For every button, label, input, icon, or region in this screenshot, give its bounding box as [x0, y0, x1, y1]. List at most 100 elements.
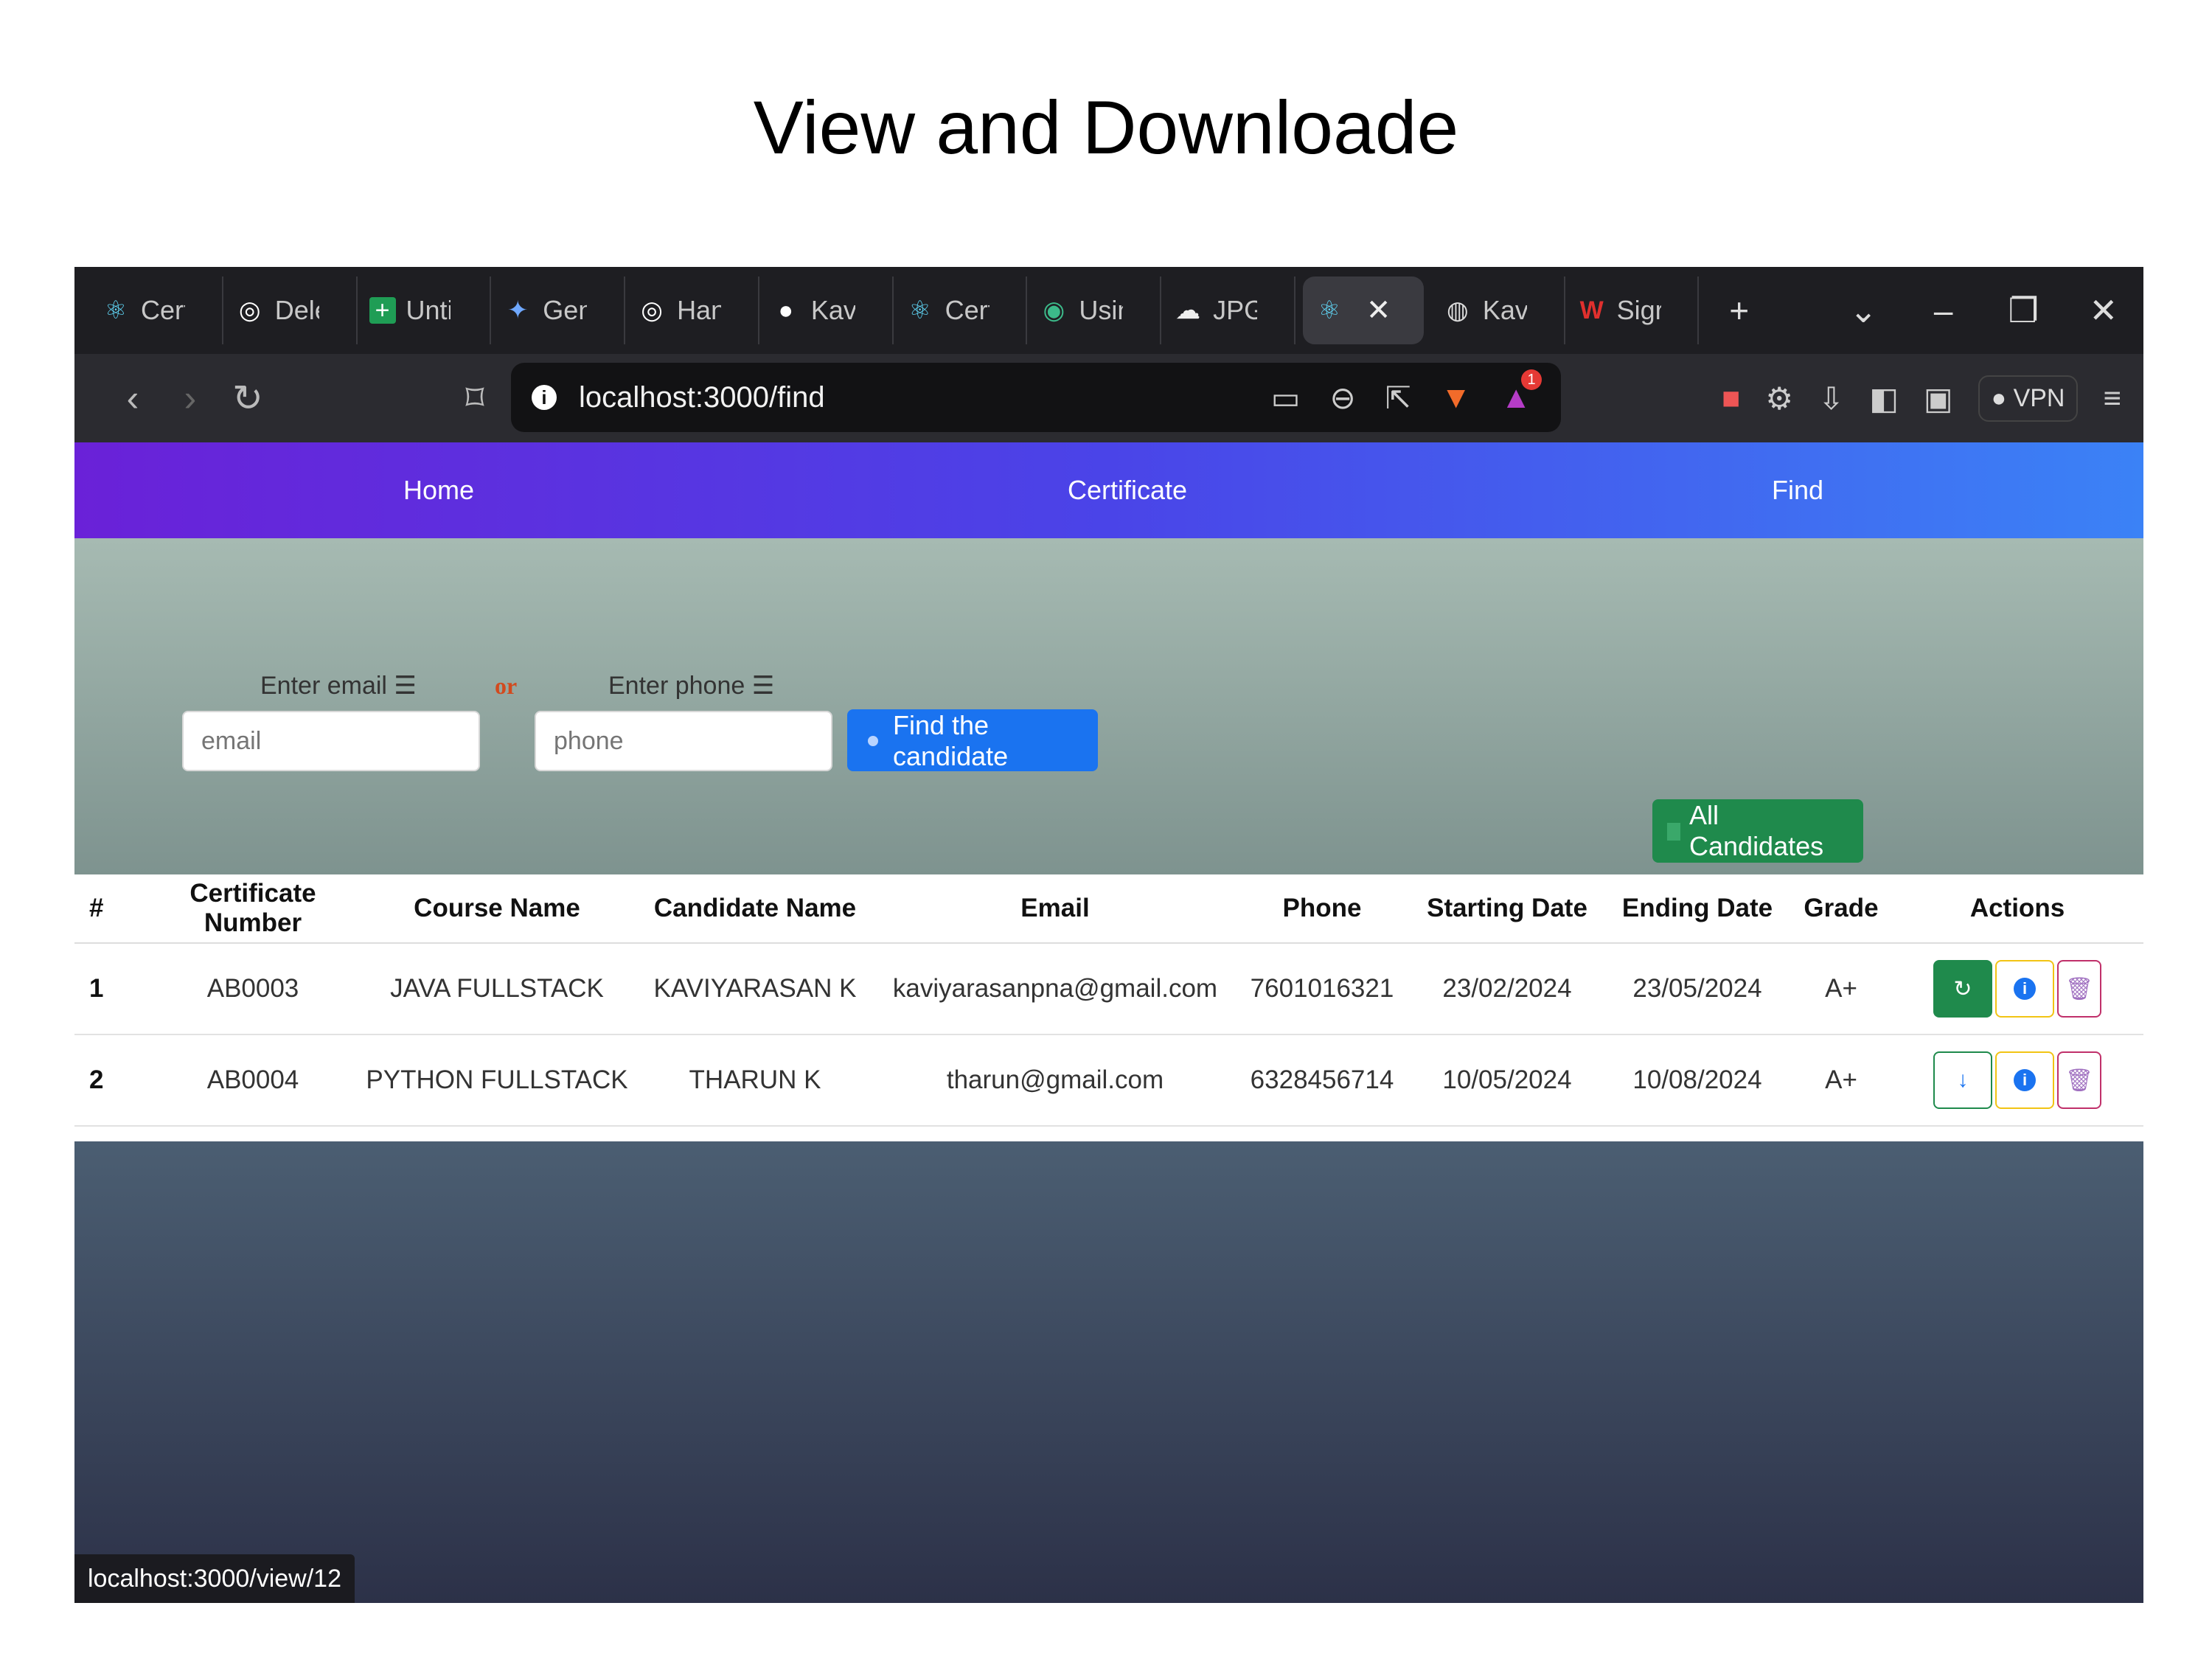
- browser-tab[interactable]: ◉ Usin: [1027, 276, 1162, 344]
- back-icon[interactable]: ‹: [104, 377, 161, 420]
- extension-icon[interactable]: ■: [1722, 380, 1740, 416]
- globe-icon: ◍: [1447, 296, 1469, 324]
- browser-tab[interactable]: ◎ Han: [625, 276, 759, 344]
- browser-tab[interactable]: ⚛ Cert: [89, 276, 223, 344]
- course-cell: PYTHON FULLSTACK: [361, 1034, 633, 1127]
- end-date-cell: 23/05/2024: [1604, 943, 1791, 1035]
- address-bar[interactable]: i localhost:3000/find ▭ ⊖ ⇱ ▼ ▲ 1: [511, 363, 1561, 432]
- or-label: or: [495, 672, 518, 699]
- row-index: 2: [74, 1034, 145, 1127]
- browser-tab[interactable]: W Sigr: [1565, 276, 1700, 344]
- new-tab-icon[interactable]: +: [1699, 291, 1779, 330]
- col-header: Course Name: [361, 874, 633, 944]
- chatgpt-icon: ◎: [641, 296, 663, 324]
- all-candidates-button[interactable]: All Candidates: [1652, 799, 1863, 863]
- browser-tab[interactable]: ● Kavi: [759, 276, 894, 344]
- tab-label: Kavi: [810, 295, 855, 325]
- tab-label: Cert: [141, 295, 185, 325]
- reload-icon[interactable]: ↻: [219, 377, 276, 420]
- email-label: Enter email ☰: [260, 671, 417, 700]
- email-cell: tharun@gmail.com: [877, 1034, 1234, 1127]
- puzzle-icon[interactable]: ⚙: [1765, 380, 1793, 417]
- site-navbar: Home Certificate Find: [74, 442, 2143, 538]
- vpn-label: VPN: [2013, 383, 2065, 412]
- slide-title: View and Downloade: [753, 86, 1459, 170]
- delete-button[interactable]: 🗑: [2057, 1051, 2101, 1109]
- brave-shield-icon[interactable]: ▼: [1441, 380, 1472, 415]
- phone-label: Enter phone ☰: [608, 671, 774, 700]
- tab-label: Gen: [543, 295, 588, 325]
- database-icon: ☰: [394, 672, 417, 700]
- col-header: Candidate Name: [633, 874, 877, 944]
- cast-icon[interactable]: ▭: [1271, 380, 1301, 416]
- site-info-icon[interactable]: i: [532, 385, 557, 410]
- url-text[interactable]: localhost:3000/find: [579, 381, 825, 414]
- browser-tab[interactable]: ⚛ Cert: [894, 276, 1028, 344]
- phone-input[interactable]: [535, 711, 832, 771]
- shield-icon: ◉: [1043, 296, 1065, 324]
- brave-rewards-icon[interactable]: ▲ 1: [1500, 369, 1542, 415]
- browser-tab[interactable]: ◎ Dele: [223, 276, 358, 344]
- find-candidate-button[interactable]: Find the candidate: [847, 709, 1098, 771]
- start-date-cell: 10/05/2024: [1411, 1034, 1604, 1127]
- close-tab-icon[interactable]: ✕: [1366, 293, 1391, 327]
- nav-find-link[interactable]: Find: [1772, 442, 1823, 538]
- cert-number-cell: AB0004: [145, 1034, 361, 1127]
- spinner-icon: ↻: [1953, 976, 1972, 1001]
- table-row: 1 AB0003 JAVA FULLSTACK KAVIYARASAN K ka…: [74, 943, 2143, 1035]
- close-window-icon[interactable]: ✕: [2063, 291, 2143, 330]
- tab-label: Kavi: [1482, 295, 1527, 325]
- delete-button[interactable]: 🗑: [2057, 960, 2101, 1018]
- wallet-icon[interactable]: ▣: [1924, 380, 1953, 417]
- browser-tab[interactable]: ☁ JPG: [1161, 276, 1295, 344]
- all-button-label: All Candidates: [1689, 800, 1824, 861]
- phone-cell: 6328456714: [1234, 1034, 1411, 1127]
- browser-tab-active[interactable]: ⚛ ✕: [1302, 276, 1424, 344]
- end-date-cell: 10/08/2024: [1604, 1034, 1791, 1127]
- col-header: Email: [877, 874, 1234, 944]
- phone-cell: 7601016321: [1234, 943, 1411, 1035]
- tab-list-chevron-icon[interactable]: ⌄: [1823, 291, 1904, 330]
- email-input[interactable]: [182, 711, 480, 771]
- info-button[interactable]: i: [1995, 1051, 2054, 1109]
- list-icon: [1667, 823, 1680, 841]
- info-button[interactable]: i: [1995, 960, 2054, 1018]
- candidate-name-cell: KAVIYARASAN K: [633, 943, 877, 1035]
- download-button[interactable]: ↓: [1933, 1051, 1992, 1109]
- download-button[interactable]: ↻: [1933, 960, 1992, 1018]
- browser-toolbar: ‹ › ↻ ⌑ i localhost:3000/find ▭ ⊖ ⇱ ▼ ▲ 1…: [74, 354, 2143, 442]
- start-date-cell: 23/02/2024: [1411, 943, 1604, 1035]
- col-header: Phone: [1234, 874, 1411, 944]
- info-icon: i: [2014, 1069, 2036, 1091]
- email-label-text: Enter email: [260, 672, 387, 700]
- browser-tab[interactable]: + Unti: [358, 276, 492, 344]
- browser-tab[interactable]: ✦ Gen: [491, 276, 626, 344]
- search-dot-icon: [868, 736, 878, 746]
- tab-label: Cert: [945, 295, 990, 325]
- restore-icon[interactable]: ❐: [1983, 291, 2064, 330]
- download-arrow-icon: ↓: [1957, 1068, 1969, 1092]
- download-icon[interactable]: ⇩: [1818, 380, 1844, 417]
- nav-certificate-link[interactable]: Certificate: [1068, 442, 1187, 538]
- nav-home-link[interactable]: Home: [403, 442, 474, 538]
- zoom-out-icon[interactable]: ⊖: [1329, 380, 1355, 416]
- find-button-label: Find the candidate: [893, 710, 1009, 771]
- candidates-table: # Certificate Number Course Name Candida…: [74, 874, 2143, 1127]
- share-icon[interactable]: ⇱: [1385, 380, 1411, 416]
- row-index: 1: [74, 943, 145, 1035]
- sidebar-icon[interactable]: ◧: [1869, 380, 1899, 417]
- col-header: #: [74, 874, 145, 944]
- forward-icon[interactable]: ›: [161, 377, 219, 420]
- table-header-row: # Certificate Number Course Name Candida…: [74, 874, 2143, 944]
- grade-cell: A+: [1791, 1034, 1891, 1127]
- tab-label: JPG: [1213, 295, 1258, 325]
- bookmark-icon[interactable]: ⌑: [446, 377, 504, 420]
- grade-cell: A+: [1791, 943, 1891, 1035]
- vpn-button[interactable]: ● VPN: [1978, 375, 2079, 422]
- phone-label-text: Enter phone: [608, 672, 745, 700]
- menu-icon[interactable]: ≡: [2103, 380, 2121, 416]
- minimize-icon[interactable]: –: [1903, 291, 1983, 330]
- cert-number-cell: AB0003: [145, 943, 361, 1035]
- database-icon: ☰: [751, 672, 775, 700]
- browser-tab[interactable]: ◍ Kavi: [1431, 276, 1565, 344]
